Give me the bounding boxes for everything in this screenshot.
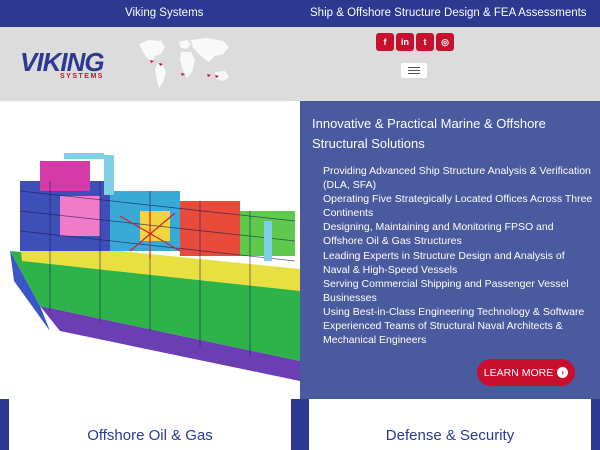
sector-label: Defense & Security — [385, 427, 515, 444]
logo-subtext: SYSTEMS — [60, 73, 104, 80]
world-map-image — [139, 38, 229, 88]
logo-wordmark: VIKING — [20, 47, 105, 77]
sector-card-defense[interactable]: Defense & Security — [309, 399, 591, 450]
tagline: Ship & Offshore Structure Design & FEA A… — [310, 7, 587, 19]
company-name: Viking Systems — [125, 7, 204, 19]
learn-more-label: LEARN MORE — [483, 366, 554, 379]
sector-card-offshore[interactable]: Offshore Oil & Gas — [9, 399, 291, 450]
twitter-icon[interactable]: t — [416, 33, 434, 51]
hero-title: Innovative & Practical Marine & Offshore… — [312, 116, 546, 151]
list-item: Experienced Teams of Structural Naval Ar… — [323, 320, 563, 347]
sectors-band: Offshore Oil & Gas Defense & Security — [0, 399, 600, 450]
menu-line — [408, 73, 420, 74]
top-bar: Viking Systems Ship & Offshore Structure… — [0, 0, 600, 27]
instagram-icon[interactable]: ◎ — [436, 33, 454, 51]
list-item: Leading Experts in Structure Design and … — [323, 249, 565, 276]
chevron-right-icon: › — [557, 367, 569, 378]
hero-section: Innovative & Practical Marine & Offshore… — [0, 101, 600, 399]
menu-line — [408, 70, 420, 71]
learn-more-button[interactable]: LEARN MORE › — [477, 359, 575, 386]
menu-line — [408, 67, 420, 68]
sector-label: Offshore Oil & Gas — [87, 427, 213, 444]
list-item: Designing, Maintaining and Monitoring FP… — [323, 221, 554, 248]
hero-info-panel: Innovative & Practical Marine & Offshore… — [300, 101, 600, 399]
ship-fea-model-image — [10, 153, 300, 381]
list-item: Using Best-in-Class Engineering Technolo… — [323, 305, 585, 318]
hamburger-menu-button[interactable] — [401, 63, 427, 78]
viking-logo[interactable]: VIKING SYSTEMS — [20, 49, 124, 81]
list-item: Serving Commercial Shipping and Passenge… — [323, 277, 569, 304]
list-item: Providing Advanced Ship Structure Analys… — [323, 165, 591, 192]
linkedin-icon[interactable]: in — [396, 33, 414, 51]
site-header: VIKING SYSTEMS f in t ◎ — [0, 27, 600, 101]
facebook-icon[interactable]: f — [376, 33, 394, 51]
services-list: Providing Advanced Ship Structure Analys… — [323, 164, 593, 347]
list-item: Operating Five Strategically Located Off… — [323, 193, 593, 220]
